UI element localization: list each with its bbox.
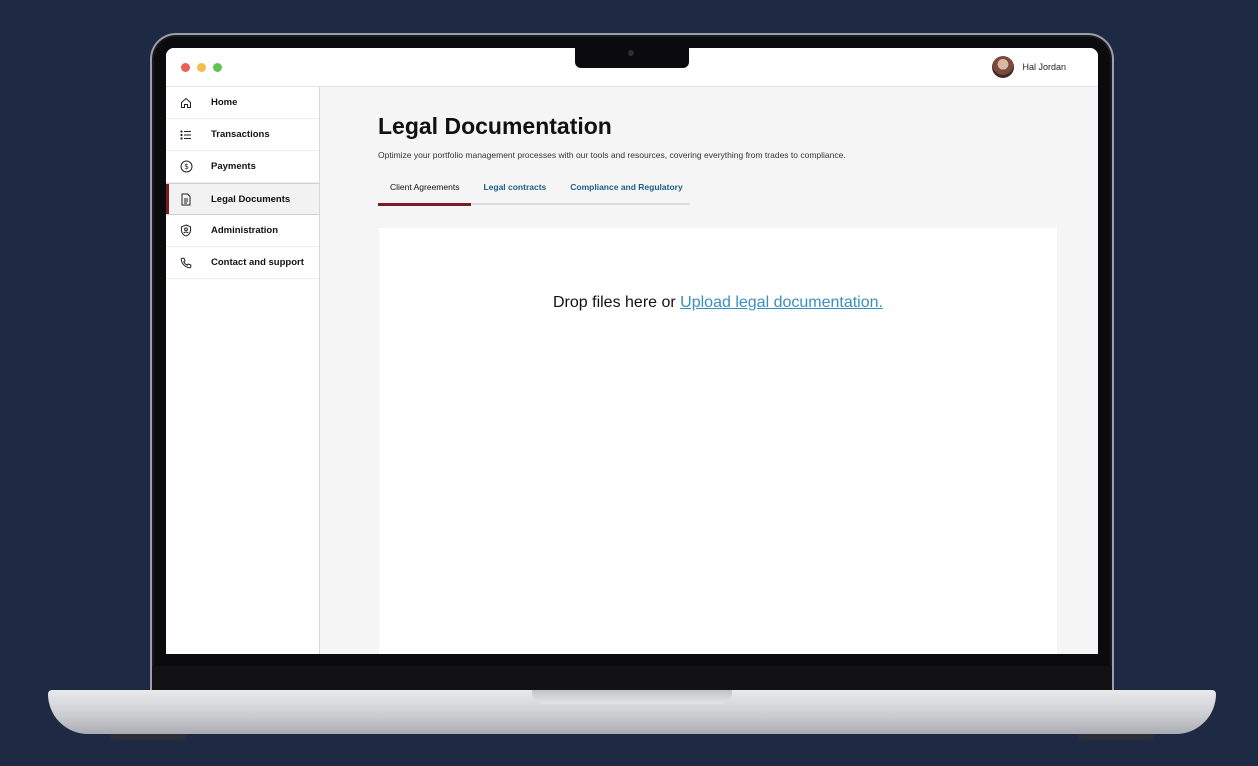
- sidebar-item-label: Transactions: [211, 129, 270, 140]
- tab-compliance-regulatory[interactable]: Compliance and Regulatory: [558, 177, 694, 203]
- user-menu[interactable]: Hal Jordan: [992, 56, 1066, 78]
- screen-notch: [575, 48, 689, 68]
- sidebar-item-label: Contact and support: [211, 257, 304, 268]
- dropzone-text: Drop files here or: [553, 294, 681, 311]
- minimize-window-button[interactable]: [197, 63, 206, 72]
- close-window-button[interactable]: [181, 63, 190, 72]
- dropzone-message: Drop files here or Upload legal document…: [379, 294, 1057, 312]
- laptop-foot-right: [1078, 734, 1154, 740]
- page-title: Legal Documentation: [378, 113, 612, 139]
- laptop-chin: [152, 666, 1112, 692]
- tab-client-agreements[interactable]: Client Agreements: [378, 177, 472, 206]
- laptop-base-groove: [532, 690, 732, 704]
- page-subtitle: Optimize your portfolio management proce…: [378, 150, 846, 160]
- phone-icon: [179, 256, 193, 270]
- maximize-window-button[interactable]: [213, 63, 222, 72]
- sidebar-item-payments[interactable]: $ Payments: [166, 151, 319, 183]
- home-icon: [179, 96, 193, 110]
- svg-text:$: $: [184, 162, 189, 171]
- sidebar-item-label: Payments: [211, 161, 256, 172]
- sidebar-item-home[interactable]: Home: [166, 87, 319, 119]
- upload-link[interactable]: Upload legal documentation.: [680, 294, 883, 311]
- tab-bar: Client Agreements Legal contracts Compli…: [378, 177, 690, 206]
- sidebar: Home Transactions $ Payments Legal Docum…: [166, 87, 320, 654]
- dollar-circle-icon: $: [179, 160, 193, 174]
- sidebar-item-administration[interactable]: Administration: [166, 215, 319, 247]
- shield-user-icon: [179, 224, 193, 238]
- sidebar-item-legal-documents[interactable]: Legal Documents: [166, 183, 319, 215]
- sidebar-item-label: Home: [211, 97, 238, 108]
- file-dropzone[interactable]: Drop files here or Upload legal document…: [379, 228, 1057, 654]
- user-name: Hal Jordan: [1022, 62, 1066, 72]
- laptop-foot-left: [110, 734, 186, 740]
- sidebar-item-label: Legal Documents: [211, 193, 291, 205]
- sidebar-item-contact-support[interactable]: Contact and support: [166, 247, 319, 279]
- tab-legal-contracts[interactable]: Legal contracts: [471, 177, 558, 203]
- document-icon: [179, 192, 193, 206]
- list-icon: [179, 128, 193, 142]
- app-window: Hal Jordan Home Transactions $ Payments: [166, 48, 1098, 654]
- camera-icon: [628, 50, 634, 56]
- sidebar-item-label: Administration: [211, 225, 279, 236]
- avatar[interactable]: [992, 56, 1015, 78]
- sidebar-item-transactions[interactable]: Transactions: [166, 119, 319, 151]
